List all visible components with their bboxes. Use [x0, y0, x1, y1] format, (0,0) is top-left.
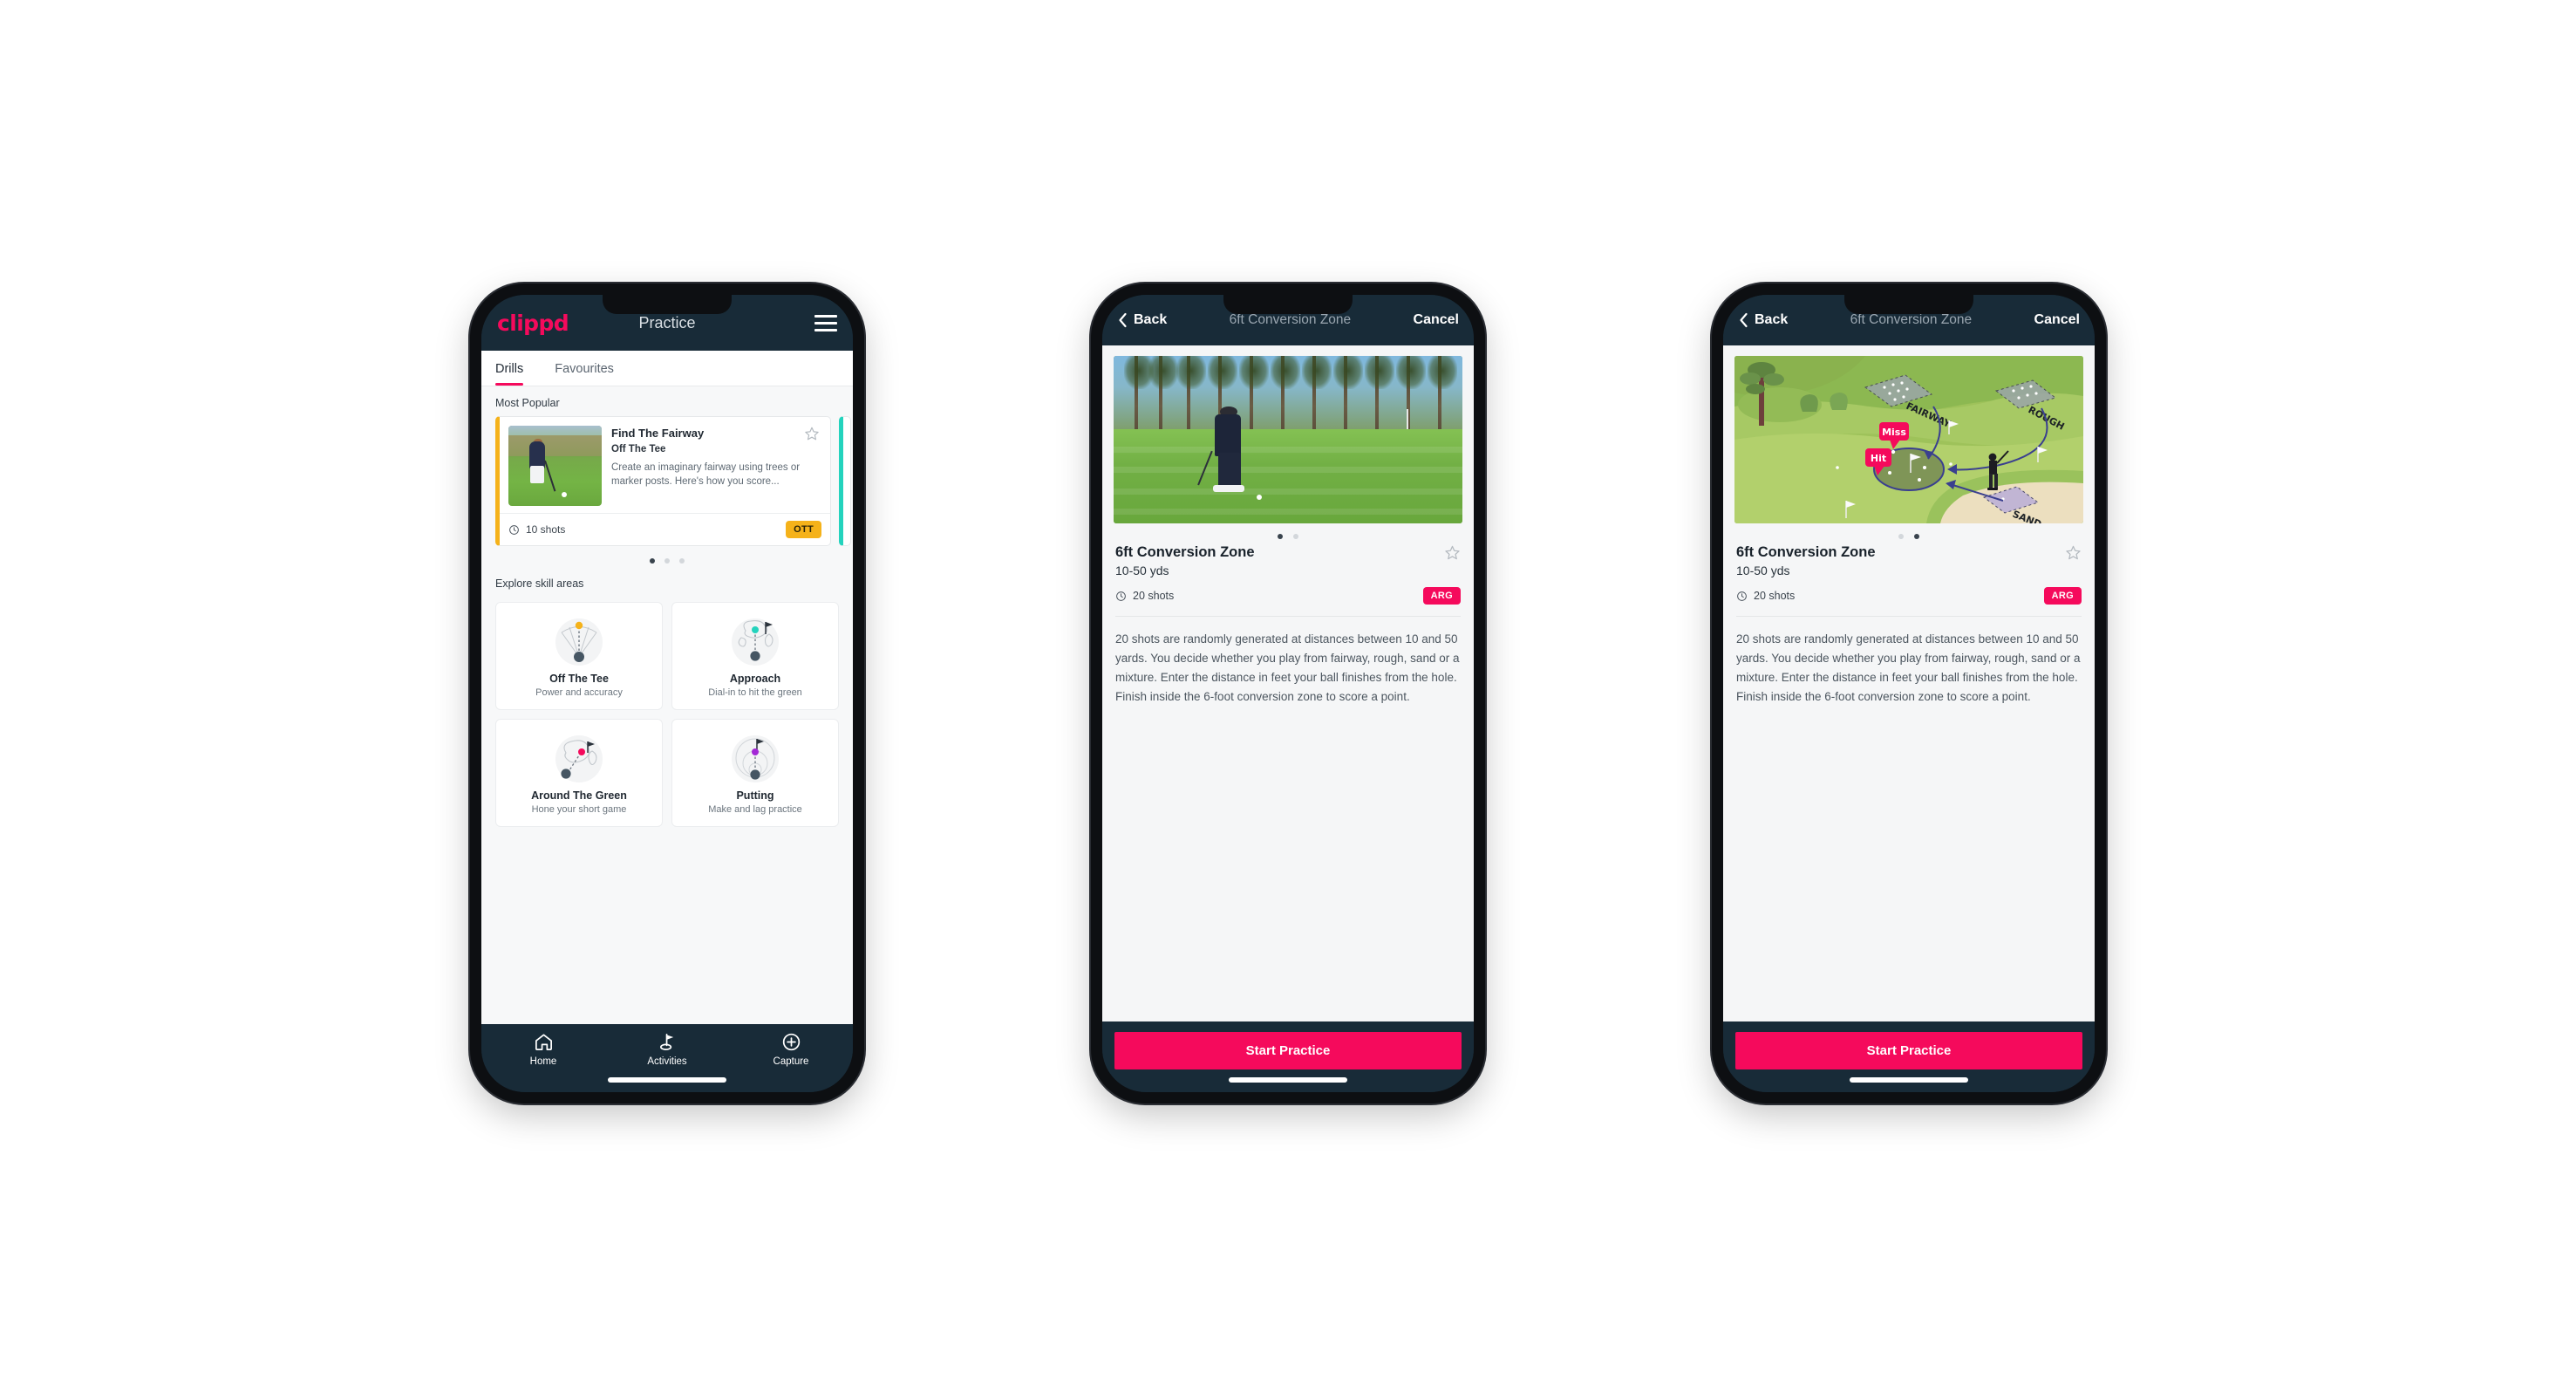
drill-shots: 10 shots [526, 523, 566, 536]
popular-carousel[interactable]: Find The Fairway Off The Tee Create an i… [481, 416, 853, 546]
explore-label: Explore skill areas [495, 577, 584, 590]
back-label: Back [1755, 312, 1789, 327]
most-popular-label: Most Popular [495, 397, 560, 409]
practice-content: Most Popular Find The Fairway Off The Te… [481, 386, 853, 1024]
cancel-button[interactable]: Cancel [2034, 312, 2080, 328]
nav-item-capture[interactable]: Capture [729, 1032, 853, 1067]
cancel-button[interactable]: Cancel [1414, 312, 1459, 328]
start-practice-button[interactable]: Start Practice [1735, 1032, 2082, 1069]
drill-summary: 6ft Conversion Zone 10-50 yds 20 shots A… [1723, 543, 2095, 605]
home-indicator [1229, 1077, 1347, 1083]
drill-media-photo[interactable] [1114, 356, 1462, 523]
green-target-icon [679, 613, 831, 671]
back-button[interactable]: Back [1117, 312, 1167, 328]
tab-favourites[interactable]: Favourites [555, 351, 626, 386]
chevron-left-icon [1738, 312, 1749, 328]
star-outline-icon[interactable] [804, 426, 820, 441]
skill-desc: Make and lag practice [708, 804, 802, 815]
drill-title: 6ft Conversion Zone [1736, 544, 1876, 560]
skill-desc: Power and accuracy [535, 687, 623, 698]
home-indicator [608, 1077, 726, 1083]
drill-media-illustration[interactable]: FAIRWAY ROUGH SAND Miss Hit [1734, 356, 2083, 523]
phone-mockup-detail-photo: Back 6ft Conversion Zone Cancel 6ft Conv… [1091, 284, 1485, 1103]
drill-title: Find The Fairway [611, 427, 705, 440]
skill-name: Putting [736, 789, 774, 802]
golf-flag-icon [658, 1032, 678, 1052]
drill-summary: 6ft Conversion Zone 10-50 yds 20 shots A… [1102, 543, 1474, 605]
screenshot-stage: clippd Practice Drills Favourites Most P… [0, 0, 2576, 1387]
phone-notch [1223, 295, 1353, 314]
phone-mockup-practice: clippd Practice Drills Favourites Most P… [470, 284, 864, 1103]
media-dot[interactable] [1914, 534, 1919, 539]
drill-card[interactable]: Find The Fairway Off The Tee Create an i… [495, 416, 831, 546]
nav-item-activities[interactable]: Activities [605, 1032, 729, 1067]
start-practice-button[interactable]: Start Practice [1114, 1032, 1462, 1069]
carousel-dot[interactable] [679, 558, 685, 564]
skill-card-approach[interactable]: Approach Dial-in to hit the green [671, 602, 839, 710]
detail-content: 6ft Conversion Zone 10-50 yds 20 shots A… [1102, 345, 1474, 1021]
phone-mockup-detail-illustration: Back 6ft Conversion Zone Cancel FAIRWAY … [1712, 284, 2106, 1103]
plus-circle-icon [781, 1032, 801, 1052]
back-button[interactable]: Back [1738, 312, 1788, 328]
carousel-dot[interactable] [664, 558, 670, 564]
skill-desc: Dial-in to hit the green [708, 687, 802, 698]
skill-name: Off The Tee [549, 673, 609, 685]
drill-shots: 20 shots [1133, 590, 1175, 602]
drill-description: Create an imaginary fairway using trees … [611, 462, 801, 488]
drill-title: 6ft Conversion Zone [1115, 544, 1255, 560]
home-icon [534, 1032, 554, 1052]
nav-item-home[interactable]: Home [481, 1032, 605, 1067]
drill-distance: 10-50 yds [1115, 564, 1169, 577]
detail-title: 6ft Conversion Zone [1850, 312, 1973, 327]
drill-description: 20 shots are randomly generated at dista… [1736, 632, 2081, 703]
phone-notch [603, 295, 732, 314]
media-dot[interactable] [1898, 534, 1904, 539]
clock-icon [1736, 591, 1748, 602]
svg-text:Hit: Hit [1871, 453, 1886, 464]
home-indicator [1850, 1077, 1968, 1083]
skill-card-putting[interactable]: Putting Make and lag practice [671, 719, 839, 827]
svg-text:Miss: Miss [1882, 427, 1906, 438]
drill-skill-area: Off The Tee [611, 444, 666, 454]
skill-area-grid: Off The Tee Power and accuracy Approach … [481, 597, 853, 839]
drill-card-next-peek[interactable] [839, 416, 851, 546]
skill-card-around-the-green[interactable]: Around The Green Hone your short game [495, 719, 663, 827]
hamburger-icon[interactable] [814, 314, 837, 331]
skill-badge: ARG [2043, 587, 2082, 605]
phone-notch [1844, 295, 1973, 314]
skill-desc: Hone your short game [531, 804, 627, 815]
putting-rings-icon [679, 730, 831, 788]
drill-thumbnail [508, 426, 602, 506]
clock-icon [1115, 591, 1127, 602]
skill-card-off-the-tee[interactable]: Off The Tee Power and accuracy [495, 602, 663, 710]
star-outline-icon[interactable] [1444, 544, 1461, 561]
tab-drills[interactable]: Drills [495, 351, 535, 386]
detail-content: FAIRWAY ROUGH SAND Miss Hit 6ft Conversi… [1723, 345, 2095, 1021]
media-dot[interactable] [1278, 534, 1283, 539]
carousel-dot[interactable] [650, 558, 655, 564]
clock-icon [508, 524, 520, 536]
drill-description: 20 shots are randomly generated at dista… [1115, 632, 1460, 703]
media-dot[interactable] [1293, 534, 1298, 539]
chip-to-green-icon [503, 730, 655, 788]
skill-badge: OTT [786, 521, 821, 538]
detail-title: 6ft Conversion Zone [1229, 312, 1352, 327]
media-dots[interactable] [1723, 523, 2095, 543]
skill-badge: ARG [1422, 587, 1461, 605]
chevron-left-icon [1117, 312, 1128, 328]
dispersion-cone-icon [503, 613, 655, 671]
skill-name: Approach [729, 673, 781, 685]
nav-label: Activities [647, 1056, 687, 1067]
carousel-dots[interactable] [481, 546, 853, 567]
skill-name: Around The Green [531, 789, 627, 802]
drill-shots: 20 shots [1754, 590, 1796, 602]
drill-distance: 10-50 yds [1736, 564, 1790, 577]
clippd-logo[interactable]: clippd [497, 311, 569, 336]
tab-bar: Drills Favourites [481, 351, 853, 386]
nav-label: Home [529, 1056, 557, 1067]
media-dots[interactable] [1102, 523, 1474, 543]
nav-label: Capture [773, 1056, 809, 1067]
back-label: Back [1134, 312, 1168, 327]
star-outline-icon[interactable] [2065, 544, 2082, 561]
